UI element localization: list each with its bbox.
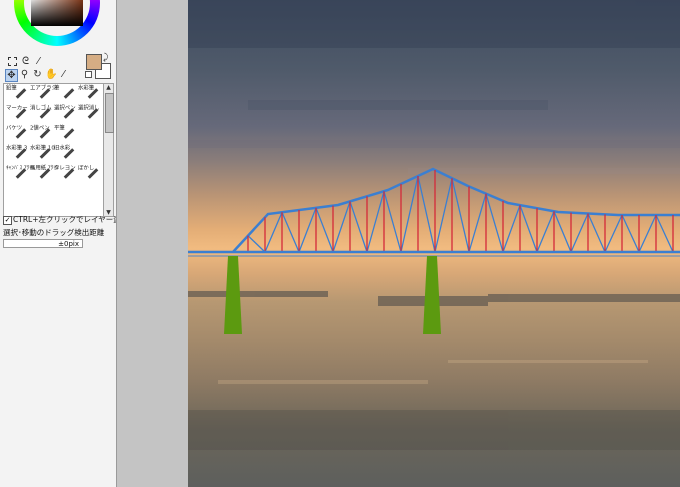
bridge-truss — [232, 167, 680, 253]
bridge-diagonal — [400, 175, 419, 253]
hand-icon[interactable]: ✋ — [45, 69, 57, 80]
bridge-diagonal — [502, 204, 521, 253]
brush-slot[interactable]: 2値ペン — [29, 125, 53, 145]
bridge-diagonal — [417, 175, 436, 253]
bridge-diagonal — [349, 201, 368, 253]
bridge-pier — [423, 256, 441, 334]
marquee-select-icon[interactable] — [7, 56, 18, 67]
brush-tool-grid: 鉛筆 エアブラシ筆 水彩筆マーカー 消しゴム 選択ペン 選択消しバケツ 2値ペン 平筆水彩筆 … — [3, 83, 104, 217]
cloud-layer — [188, 0, 680, 174]
bridge-diagonal — [587, 213, 606, 253]
brush-slot[interactable]: バケツ — [5, 125, 29, 145]
brush-slot[interactable]: 画用紙 ｱｸﾘﾙ — [29, 165, 59, 185]
brush-slot[interactable]: 水彩筆 3 — [5, 145, 29, 165]
brush-slot[interactable]: 平筆 — [53, 125, 77, 145]
drawing-canvas[interactable] — [188, 0, 680, 487]
bridge-diagonal — [604, 214, 623, 253]
bridge-diagonal — [485, 193, 504, 253]
bridge-diagonal — [570, 213, 589, 253]
tool-panel: ᘓ ⁄ ✥ ⚲ ↻ ✋ ⁄ ⤸ 鉛筆 エアブラシ筆水彩筆 マーカー 消しゴム 選択ペン選… — [0, 0, 117, 487]
brush-slot[interactable] — [77, 125, 101, 145]
brush-icon — [15, 88, 27, 99]
magic-wand-icon[interactable]: ⁄ — [33, 56, 44, 67]
scroll-thumb[interactable] — [105, 93, 114, 133]
scroll-up-arrow-icon[interactable]: ▲ — [104, 84, 113, 91]
brush-label: 水彩筆 10 — [30, 145, 55, 152]
ctrl-click-layer-label: CTRL+左クリックでレイヤー選択 — [13, 215, 117, 224]
bridge-diagonal — [332, 201, 351, 253]
drag-distance-field[interactable]: ±0pix — [3, 239, 83, 248]
bridge-diagonal — [315, 207, 334, 253]
bridge-diagonal — [383, 191, 402, 253]
brush-icon — [63, 128, 75, 139]
canvas-margin — [117, 0, 188, 487]
brush-slot[interactable]: クレヨン — [53, 165, 77, 185]
rotate-icon[interactable]: ↻ — [32, 69, 43, 80]
brush-icon — [63, 88, 75, 99]
brush-grid-scrollbar[interactable]: ▲ ▼ — [103, 83, 114, 217]
ctrl-click-layer-checkbox[interactable]: ✓ — [3, 216, 12, 225]
brush-slot[interactable]: 選択消し — [77, 105, 101, 125]
brush-slot[interactable]: ｷｬﾝﾊﾞｽ ｱｸﾘﾙ — [5, 165, 35, 185]
bridge-diagonal — [553, 211, 572, 253]
brush-slot[interactable] — [77, 145, 101, 165]
brush-slot[interactable]: 水彩筆 10 — [29, 145, 55, 165]
canvas-artwork — [188, 0, 680, 450]
brush-label: 水彩筆 — [78, 85, 95, 92]
brush-slot[interactable]: 水彩筆 — [77, 85, 101, 105]
bridge-diagonal — [281, 211, 300, 253]
bridge-diagonal — [366, 191, 385, 253]
zoom-icon[interactable]: ⚲ — [19, 69, 30, 80]
bridge-deck — [188, 250, 680, 257]
bridge-pier — [224, 256, 242, 334]
brush-slot[interactable]: マーカー — [5, 105, 29, 125]
brush-label: ぼかし — [78, 165, 95, 172]
bridge-diagonal — [519, 204, 538, 253]
bridge-diagonal — [247, 235, 266, 253]
bridge-diagonal — [434, 178, 453, 253]
main-color-swatch[interactable] — [86, 54, 102, 70]
top-chord — [232, 167, 680, 253]
bridge-diagonal — [298, 207, 317, 253]
brush-slot[interactable]: 筆 — [53, 85, 77, 105]
brush-label: バケツ — [6, 125, 23, 132]
water-reflections — [188, 360, 680, 450]
brush-label: 筆 — [54, 85, 60, 92]
bridge-diagonal — [536, 211, 555, 253]
brush-label: 鉛筆 — [6, 85, 17, 92]
brush-slot[interactable]: 旧水彩 — [53, 145, 77, 165]
brush-slot[interactable]: エアブラシ — [29, 85, 57, 105]
brush-slot[interactable]: 鉛筆 — [5, 85, 29, 105]
reset-colors-icon[interactable] — [85, 71, 92, 78]
swap-colors-icon[interactable]: ⤸ — [103, 53, 108, 63]
lasso-select-icon[interactable]: ᘓ — [20, 56, 31, 67]
saturation-value-square[interactable] — [31, 0, 83, 26]
move-icon[interactable]: ✥ — [5, 69, 18, 82]
drag-distance-label: 選択･移動のドラッグ検出距離 — [3, 228, 105, 237]
brush-slot[interactable]: 選択ペン — [53, 105, 77, 125]
brush-label: 平筆 — [54, 125, 65, 132]
brush-slot[interactable]: ぼかし — [77, 165, 101, 185]
eyedropper-icon[interactable]: ⁄ — [58, 69, 69, 80]
bridge-diagonal — [468, 193, 487, 253]
bridge-diagonal — [655, 214, 674, 253]
bridge-diagonal — [451, 178, 470, 253]
bridge-diagonal — [621, 214, 640, 253]
bridge-diagonal — [264, 211, 283, 253]
bridge-diagonal — [638, 214, 657, 253]
brush-label: 旧水彩 — [54, 145, 71, 152]
brush-slot[interactable]: 消しゴム — [29, 105, 53, 125]
